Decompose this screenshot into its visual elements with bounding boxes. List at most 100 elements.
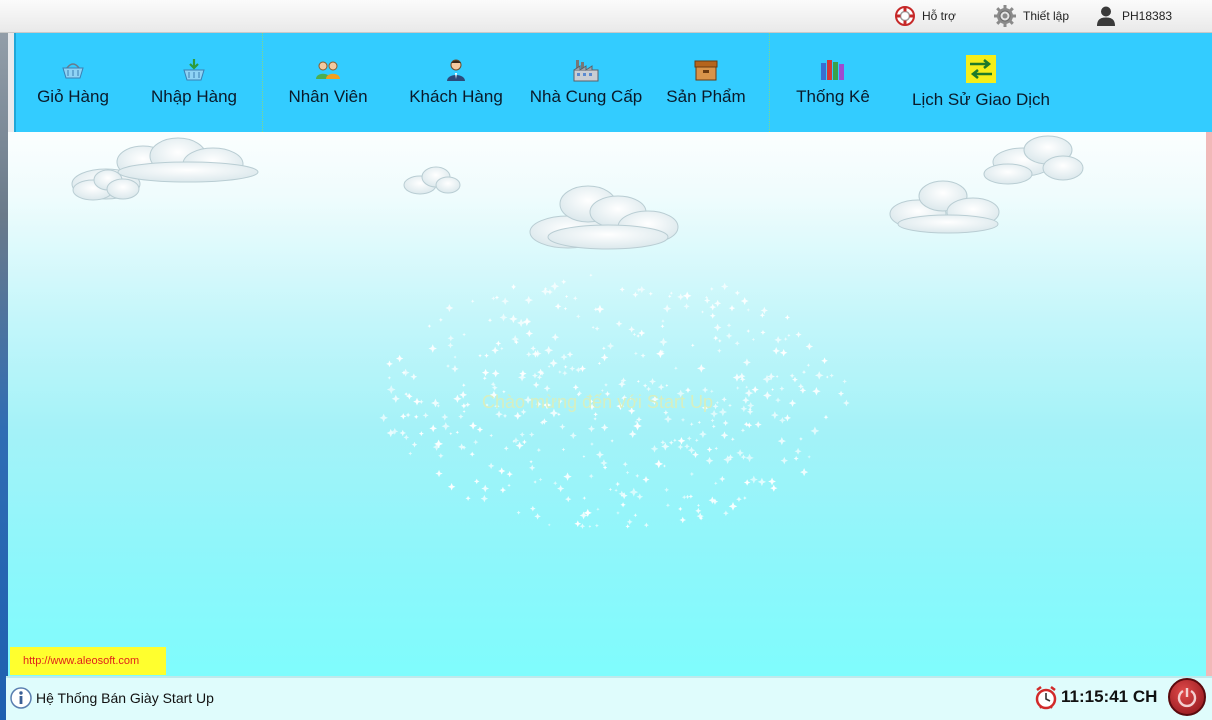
sparkle bbox=[487, 462, 495, 470]
sparkle bbox=[544, 345, 554, 355]
sparkle bbox=[723, 510, 729, 517]
sparkle bbox=[748, 407, 752, 412]
sparkle bbox=[557, 484, 565, 493]
sparkle bbox=[705, 456, 714, 465]
settings-label: Thiết lập bbox=[1023, 9, 1070, 23]
sparkle bbox=[563, 472, 572, 481]
sparkle bbox=[536, 447, 542, 453]
sparkle bbox=[502, 413, 508, 419]
user-label: PH18383 bbox=[1122, 9, 1173, 23]
sparkle bbox=[632, 291, 639, 298]
website-link[interactable]: http://www.aleosoft.com bbox=[10, 647, 166, 675]
sparkle bbox=[664, 487, 670, 493]
sparkle bbox=[473, 439, 479, 445]
sparkle bbox=[569, 431, 577, 440]
main-ribbon: Giỏ Hàng Nhập Hàng Nhân Viên Khách Hàng … bbox=[14, 33, 1212, 132]
sparkle bbox=[738, 372, 746, 380]
sparkle bbox=[745, 453, 754, 463]
sparkle bbox=[588, 473, 594, 479]
ribbon-item-import[interactable]: Nhập Hàng bbox=[146, 33, 242, 132]
ribbon-item-customers[interactable]: Khách Hàng bbox=[406, 33, 506, 132]
sparkle bbox=[386, 360, 393, 368]
sparkle bbox=[635, 473, 640, 478]
sparkle bbox=[480, 494, 489, 503]
support-button[interactable]: Hỗ trợ bbox=[894, 4, 956, 28]
power-button[interactable] bbox=[1168, 678, 1206, 716]
sparkle bbox=[379, 413, 388, 423]
sparkle bbox=[562, 370, 568, 376]
sparkle bbox=[428, 344, 437, 353]
sparkle bbox=[582, 455, 586, 459]
sparkle bbox=[438, 317, 443, 322]
sparkle bbox=[411, 441, 418, 448]
power-icon bbox=[1177, 688, 1197, 708]
ribbon-item-statistics[interactable]: Thống Kê bbox=[790, 33, 876, 132]
sparkle bbox=[640, 353, 646, 359]
sparkle bbox=[720, 431, 729, 440]
sparkle bbox=[460, 402, 467, 409]
ribbon-item-employees[interactable]: Nhân Viên bbox=[282, 33, 374, 132]
sparkle bbox=[787, 333, 791, 338]
ribbon-item-suppliers[interactable]: Nhà Cung Cấp bbox=[526, 33, 646, 132]
window-right-edge bbox=[1206, 132, 1212, 676]
sparkle bbox=[500, 346, 504, 351]
ribbon-label-suppliers: Nhà Cung Cấp bbox=[529, 87, 643, 106]
sparkle bbox=[626, 519, 633, 525]
sparkle bbox=[684, 443, 690, 450]
sparkle bbox=[511, 283, 517, 289]
sparkle bbox=[537, 368, 545, 376]
sparkle bbox=[538, 477, 543, 482]
cloud-decoration bbox=[983, 135, 1084, 185]
sparkle bbox=[681, 494, 687, 500]
sparkle bbox=[628, 326, 635, 333]
sparkle bbox=[633, 421, 642, 431]
sparkle bbox=[799, 437, 803, 441]
sparkle bbox=[717, 339, 722, 343]
sparkle bbox=[683, 303, 690, 310]
sparkle bbox=[610, 439, 614, 443]
sparkle bbox=[386, 385, 396, 394]
sparkle bbox=[386, 428, 395, 438]
sparkle bbox=[821, 357, 828, 365]
sparkle bbox=[694, 438, 699, 443]
sparkle bbox=[601, 346, 606, 351]
sparkle bbox=[713, 335, 719, 341]
ribbon-separator bbox=[262, 33, 263, 132]
sparkle bbox=[685, 494, 690, 500]
sparkle bbox=[649, 377, 657, 386]
user-icon bbox=[1097, 6, 1115, 26]
ribbon-item-products[interactable]: Sản Phẩm bbox=[664, 33, 748, 132]
sparkle bbox=[646, 386, 652, 392]
sparkle bbox=[622, 461, 628, 467]
sparkle bbox=[669, 291, 673, 295]
sparkle bbox=[829, 373, 834, 378]
customer-icon bbox=[443, 57, 469, 83]
sparkle bbox=[665, 383, 669, 388]
sparkle bbox=[682, 291, 692, 301]
sparkle bbox=[728, 502, 738, 511]
sparkle bbox=[662, 304, 672, 313]
ribbon-item-transaction-history[interactable]: Lịch Sử Giao Dịch bbox=[906, 33, 1056, 132]
sparkle bbox=[489, 433, 494, 438]
sparkle bbox=[541, 287, 550, 296]
sparkle bbox=[760, 329, 766, 336]
sparkle bbox=[516, 318, 526, 328]
sparkle bbox=[462, 332, 466, 337]
sparkle bbox=[760, 306, 769, 315]
sparkle bbox=[775, 374, 779, 379]
sparkle bbox=[620, 502, 626, 508]
sparkle bbox=[718, 407, 728, 417]
sparkle bbox=[709, 312, 716, 319]
ribbon-item-cart[interactable]: Giỏ Hàng bbox=[30, 33, 116, 132]
sparkle bbox=[754, 421, 762, 429]
sparkle bbox=[447, 482, 456, 491]
sparkle bbox=[441, 413, 449, 421]
sparkle bbox=[458, 413, 464, 420]
sparkle bbox=[711, 424, 716, 429]
settings-button[interactable]: Thiết lập bbox=[993, 4, 1069, 28]
sparkle bbox=[516, 510, 521, 515]
sparkle bbox=[470, 299, 475, 303]
sparkle bbox=[554, 303, 562, 310]
sparkle bbox=[689, 422, 694, 427]
user-account-button[interactable]: PH18383 bbox=[1096, 4, 1172, 28]
